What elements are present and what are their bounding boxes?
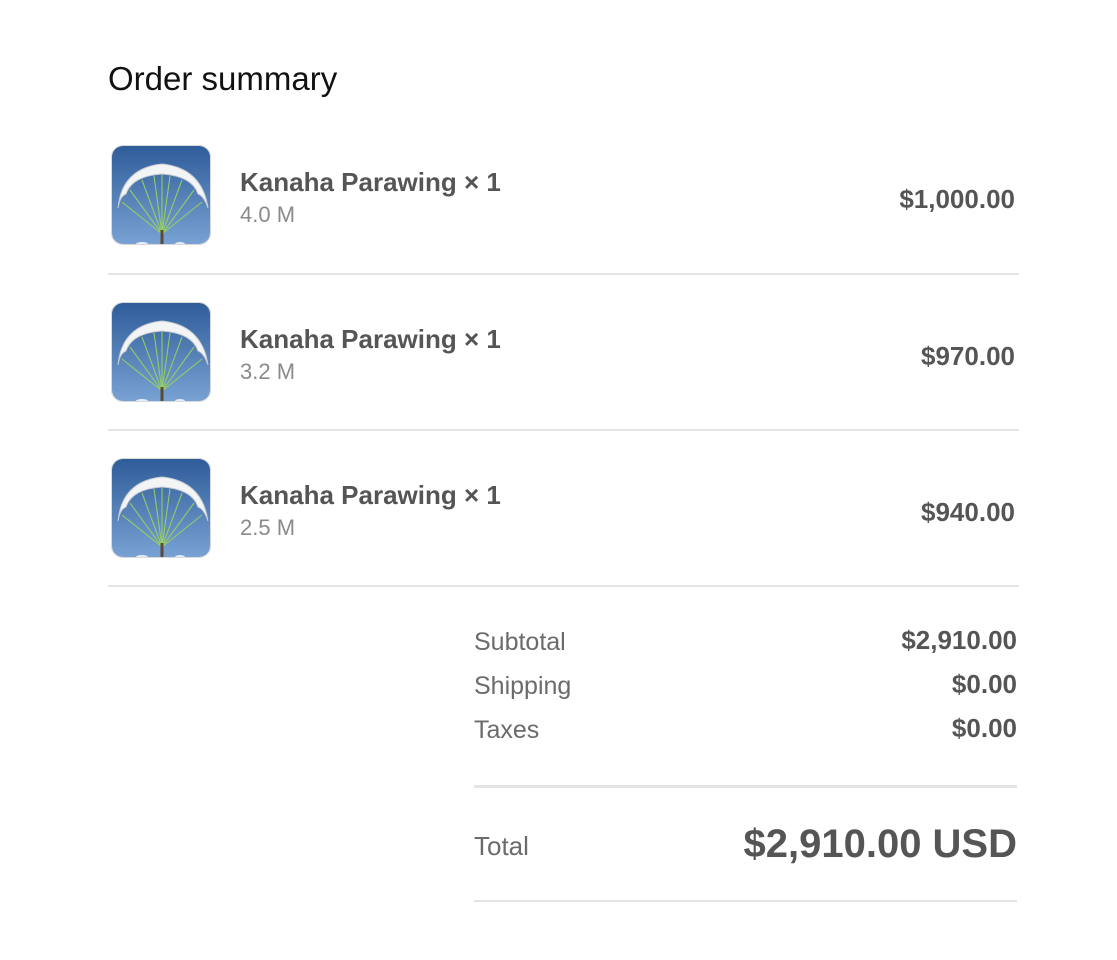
item-title: Kanaha Parawing × 1 (240, 324, 501, 354)
total-label: Total (474, 831, 529, 861)
product-thumbnail (111, 458, 211, 558)
product-thumbnail (111, 302, 211, 402)
line-items-list: Kanaha Parawing × 1 4.0 M $1,000.00 Kana… (108, 118, 1019, 587)
line-item: Kanaha Parawing × 1 3.2 M $970.00 (108, 275, 1019, 431)
product-thumbnail (111, 145, 211, 245)
totals-section: Subtotal $2,910.00 Shipping $0.00 Taxes … (474, 625, 1017, 757)
taxes-label: Taxes (474, 716, 540, 744)
taxes-value: $0.00 (951, 713, 1017, 743)
line-item: Kanaha Parawing × 1 2.5 M $940.00 (108, 431, 1019, 587)
totals-divider (474, 785, 1017, 788)
item-price: $940.00 (921, 497, 1015, 527)
line-item: Kanaha Parawing × 1 4.0 M $1,000.00 (108, 118, 1019, 275)
bottom-divider (474, 900, 1017, 902)
item-title: Kanaha Parawing × 1 (240, 167, 501, 197)
item-variant: 4.0 M (240, 202, 296, 227)
shipping-label: Shipping (474, 672, 572, 700)
item-price: $1,000.00 (899, 184, 1015, 214)
subtotal-label: Subtotal (474, 628, 566, 656)
shipping-row: Shipping $0.00 (474, 669, 1017, 713)
subtotal-row: Subtotal $2,910.00 (474, 625, 1017, 669)
taxes-row: Taxes $0.00 (474, 713, 1017, 757)
item-title: Kanaha Parawing × 1 (240, 480, 501, 510)
item-variant: 2.5 M (240, 515, 296, 540)
shipping-value: $0.00 (951, 669, 1017, 699)
order-summary-heading: Order summary (108, 60, 338, 97)
subtotal-value: $2,910.00 (901, 625, 1017, 655)
item-variant: 3.2 M (240, 359, 296, 384)
total-value: $2,910.00 USD (743, 822, 1017, 866)
item-price: $970.00 (921, 341, 1015, 371)
